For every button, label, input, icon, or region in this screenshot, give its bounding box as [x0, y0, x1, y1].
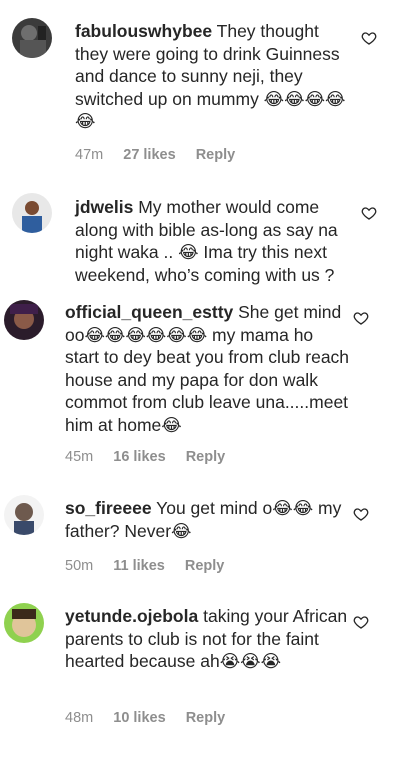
heart-outline-icon[interactable] — [361, 30, 377, 46]
avatar[interactable] — [4, 603, 44, 643]
avatar[interactable] — [12, 18, 52, 58]
avatar-image — [4, 603, 44, 643]
comment-item: official_queen_estty She get mind oo😂😂😂😂… — [0, 290, 400, 475]
comment-likes[interactable]: 10 likes — [113, 710, 165, 726]
comment-text: yetunde.ojebola taking your African pare… — [65, 605, 350, 673]
comment-username[interactable]: so_fireeee — [65, 498, 152, 518]
reply-button[interactable]: Reply — [186, 710, 226, 726]
comment-text: fabulouswhybee They thought they were go… — [75, 20, 350, 133]
comment-likes[interactable]: 16 likes — [113, 449, 165, 465]
comment-username[interactable]: jdwelis — [75, 197, 133, 217]
comment-item: jdwelis My mother would come along with … — [0, 180, 400, 290]
comment-meta: 45m 16 likes Reply — [65, 449, 241, 465]
heart-outline-icon[interactable] — [353, 506, 369, 522]
reply-button[interactable]: Reply — [185, 558, 225, 574]
comment-timestamp: 45m — [65, 449, 94, 465]
comment-meta: 47m 27 likes Reply — [75, 147, 251, 163]
comment-text: so_fireeee You get mind o😂😂 my father? N… — [65, 497, 350, 542]
heart-outline-icon[interactable] — [361, 205, 377, 221]
comment-item: so_fireeee You get mind o😂😂 my father? N… — [0, 475, 400, 585]
avatar-image — [4, 495, 44, 535]
comment-text: jdwelis My mother would come along with … — [75, 196, 350, 286]
avatar[interactable] — [4, 300, 44, 340]
comment-timestamp: 48m — [65, 710, 94, 726]
comment-text: official_queen_estty She get mind oo😂😂😂😂… — [65, 301, 350, 436]
reply-button[interactable]: Reply — [196, 147, 236, 163]
comment-meta: 50m 11 likes Reply — [65, 558, 240, 574]
comment-username[interactable]: official_queen_estty — [65, 302, 233, 322]
avatar[interactable] — [12, 193, 52, 233]
heart-outline-icon[interactable] — [353, 310, 369, 326]
comment-username[interactable]: fabulouswhybee — [75, 21, 212, 41]
comment-item: yetunde.ojebola taking your African pare… — [0, 585, 400, 769]
comment-likes[interactable]: 27 likes — [123, 147, 175, 163]
comment-timestamp: 47m — [75, 147, 104, 163]
reply-button[interactable]: Reply — [186, 449, 226, 465]
heart-outline-icon[interactable] — [353, 614, 369, 630]
avatar-image — [12, 18, 52, 58]
comment-item: fabulouswhybee They thought they were go… — [0, 0, 400, 180]
avatar-image — [12, 193, 52, 233]
comment-meta: 48m 10 likes Reply — [65, 710, 241, 726]
avatar-image — [4, 300, 44, 340]
comment-username[interactable]: yetunde.ojebola — [65, 606, 198, 626]
comment-likes[interactable]: 11 likes — [113, 558, 165, 574]
avatar[interactable] — [4, 495, 44, 535]
comment-timestamp: 50m — [65, 558, 94, 574]
